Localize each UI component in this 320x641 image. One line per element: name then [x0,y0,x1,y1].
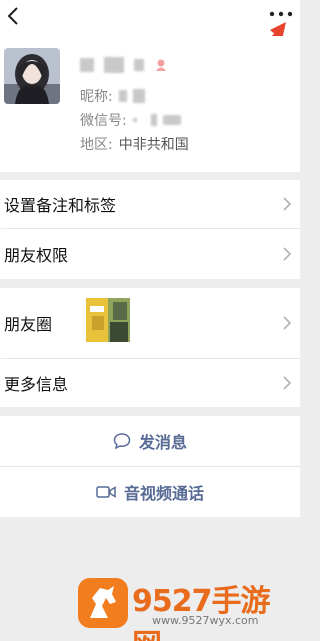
moments-thumbnail [86,298,130,342]
more-info-item[interactable]: 更多信息 [0,359,300,407]
video-call-button[interactable]: 音视频通话 [0,467,300,517]
watermark-url: www.9527wyx.com [152,614,259,627]
chevron-right-icon [283,316,292,330]
wechat-id-label: 微信号: [80,113,127,129]
friend-permissions-item[interactable]: 朋友权限 [0,229,300,279]
remark-tags-item[interactable]: 设置备注和标签 [0,180,300,228]
remark-tags-label: 设置备注和标签 [4,196,117,215]
female-icon [156,59,166,71]
redacted-name [134,59,144,71]
watermark-title: 9527手游网 [132,584,271,641]
region-line: 地区: 中非共和国 [80,134,189,154]
chevron-right-icon [283,197,292,211]
back-button[interactable] [4,4,24,28]
redacted-nickname [118,90,127,102]
chevron-right-icon [283,376,292,390]
redacted-wechat-id [150,114,157,126]
redacted-wechat-id [162,115,181,125]
video-camera-icon [96,486,116,498]
more-info-label: 更多信息 [4,375,69,394]
redacted-name [104,57,124,73]
horse-logo-icon [78,578,128,628]
redacted-name [80,58,94,72]
site-watermark: 9527手游网 www.9527wyx.com [74,574,274,641]
avatar[interactable] [4,48,60,104]
moments-item[interactable]: 朋友圈 [0,288,300,358]
friend-permissions-label: 朋友权限 [4,246,69,265]
moments-label: 朋友圈 [4,315,53,334]
chevron-left-icon [7,7,18,25]
nickname-label: 昵称: [80,89,113,105]
region-label: 地区: [80,137,113,153]
redacted-nickname [132,89,145,103]
redacted-wechat-id [132,118,137,122]
chevron-right-icon [283,247,292,261]
chat-bubble-icon [113,433,131,450]
send-message-button[interactable]: 发消息 [0,416,300,466]
send-message-label: 发消息 [138,433,187,452]
wechat-id-line: 微信号: [80,110,181,130]
region-value: 中非共和国 [118,137,189,153]
profile-card: 昵称: 微信号: 地区: 中非共和国 [0,36,300,172]
video-call-label: 音视频通话 [123,484,204,503]
nickname-line: 昵称: [80,86,145,106]
display-name [80,54,168,76]
